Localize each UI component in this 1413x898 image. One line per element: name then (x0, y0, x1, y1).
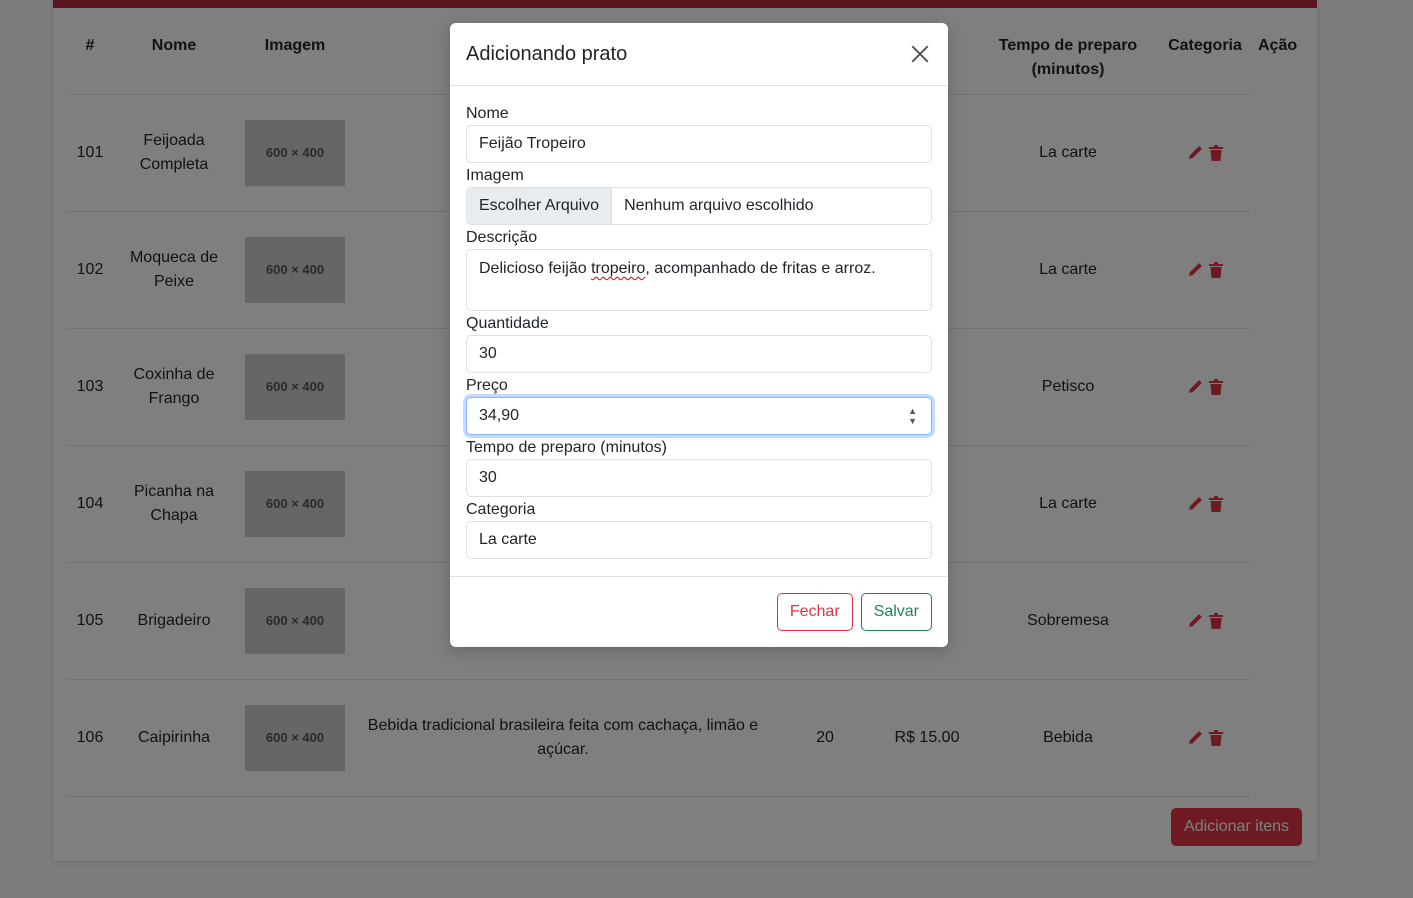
desc-text-start: Delicioso feijão (479, 260, 592, 277)
close-button[interactable]: Fechar (776, 593, 853, 631)
file-name-text: Nenhum arquivo escolhido (624, 197, 814, 214)
nome-input[interactable]: Feijão Tropeiro (466, 125, 932, 163)
modal-body: Nome Feijão Tropeiro Imagem Escolher Arq… (450, 86, 948, 559)
imagem-label: Imagem (466, 167, 524, 184)
nome-label: Nome (466, 105, 509, 122)
tempo-input[interactable]: 30 (466, 459, 932, 497)
quantidade-label: Quantidade (466, 315, 549, 332)
number-spinner-icon[interactable]: ▲ ▼ (908, 406, 917, 426)
desc-misspelled-word: tropeiro (591, 260, 646, 277)
close-icon[interactable] (908, 42, 932, 66)
descricao-textarea[interactable]: Delicioso feijão tropeiro, acompanhado d… (466, 249, 932, 311)
desc-text-end: , acompanhado de fritas e arroz. (645, 260, 876, 277)
save-button[interactable]: Salvar (860, 593, 932, 631)
tempo-label: Tempo de preparo (minutos) (466, 439, 667, 456)
modal-title: Adicionando prato (466, 42, 628, 65)
categoria-input[interactable]: La carte (466, 521, 932, 559)
choose-file-button[interactable]: Escolher Arquivo (467, 188, 613, 224)
descricao-label: Descrição (466, 229, 538, 246)
quantidade-input[interactable]: 30 (466, 335, 932, 373)
imagem-file-input[interactable]: Escolher Arquivo Nenhum arquivo escolhid… (466, 187, 932, 225)
modal-header: Adicionando prato (450, 23, 948, 86)
add-dish-modal: Adicionando prato Nome Feijão Tropeiro I… (450, 23, 948, 647)
preco-value: 34,90 (479, 407, 520, 424)
categoria-label: Categoria (466, 501, 536, 518)
preco-input[interactable]: 34,90 ▲ ▼ (466, 397, 932, 435)
preco-label: Preço (466, 377, 508, 394)
modal-footer: Fechar Salvar (450, 576, 948, 647)
